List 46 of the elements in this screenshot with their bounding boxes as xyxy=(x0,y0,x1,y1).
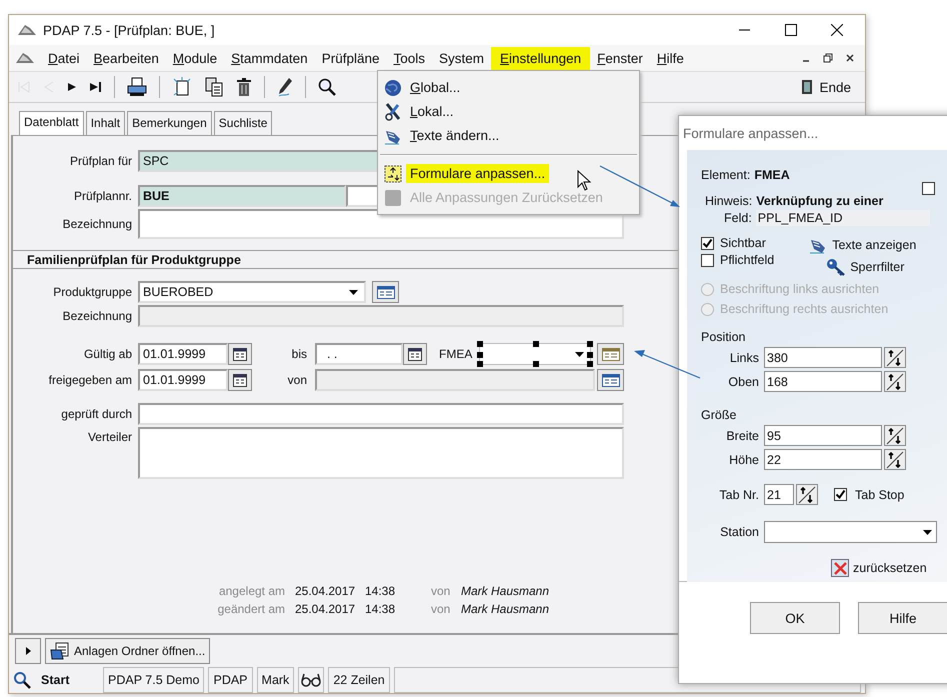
field-label: Prüfplannr. xyxy=(72,189,132,203)
field-label: Element: xyxy=(701,168,750,182)
section-header: Familienprüfplan für Produktgruppe xyxy=(27,252,241,266)
status-cell: PDAP 7.5 Demo xyxy=(103,667,204,693)
status-cell: PDAP xyxy=(208,667,253,693)
audit-user: Mark Hausmann xyxy=(461,602,550,616)
field-label: von xyxy=(286,373,307,387)
field-label: freigegeben am xyxy=(48,373,132,387)
status-cell: 22 Zeilen xyxy=(328,667,390,693)
checkbox-label: Tab Stop xyxy=(855,488,904,502)
group-title: Position xyxy=(701,330,746,344)
window-title: PDAP 7.5 - [Prüfplan: BUE, ] xyxy=(43,22,215,38)
field-label: Produktgruppe xyxy=(52,285,132,299)
field-label: Gültig ab xyxy=(82,347,132,361)
field-label: Höhe xyxy=(728,452,759,466)
audit-label: geändert am xyxy=(216,602,285,616)
status-cell: Mark xyxy=(256,667,294,693)
audit-label: von xyxy=(431,602,452,616)
field-label: Tab Nr. xyxy=(718,488,759,502)
field-label: Bezeichnung xyxy=(62,217,132,231)
audit-date: 25.04.2017 xyxy=(295,602,356,616)
field-name-value: PPL_FMEA_ID xyxy=(756,210,930,226)
field-label: geprüft durch xyxy=(60,407,132,421)
element-name: FMEA xyxy=(754,168,790,182)
field-label: Verteiler xyxy=(86,429,132,444)
hint-text: Verknüpfung zu einer xyxy=(756,194,884,208)
audit-time: 14:38 xyxy=(365,602,396,616)
audit-user: Mark Hausmann xyxy=(461,584,550,598)
field-label: FMEA xyxy=(439,347,474,361)
field-label: Oben xyxy=(727,374,759,388)
field-label: Breite xyxy=(725,428,759,442)
field-label: bis xyxy=(290,347,307,361)
field-label: Station xyxy=(719,525,759,539)
dialog-title: Formulare anpassen... xyxy=(682,124,820,143)
field-label: Hinweis: xyxy=(705,194,752,208)
field-label: Links xyxy=(728,350,759,364)
field-label: Feld: xyxy=(724,211,752,225)
group-title: Größe xyxy=(701,408,738,422)
checkbox-label: Pflichtfeld xyxy=(720,253,774,267)
audit-date: 25.04.2017 xyxy=(295,584,356,598)
field-label: Bezeichnung xyxy=(62,309,132,323)
checkbox-label: Sichtbar xyxy=(720,236,766,250)
audit-label: von xyxy=(431,584,452,598)
field-label: Prüfplan für xyxy=(68,154,132,168)
audit-label: angelegt am xyxy=(218,584,285,598)
audit-time: 14:38 xyxy=(365,584,396,598)
